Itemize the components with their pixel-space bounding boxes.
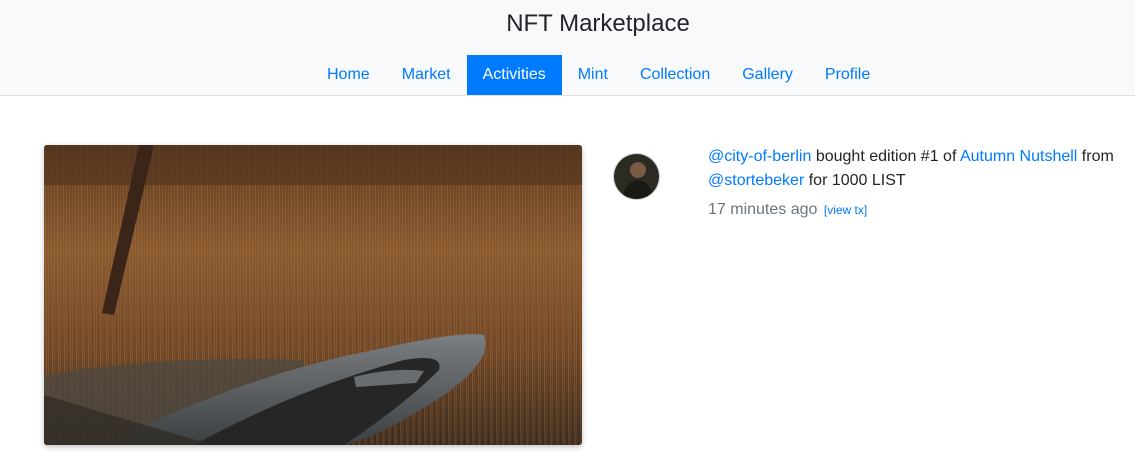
view-tx-link[interactable]: [view tx]	[824, 203, 867, 217]
seller-link[interactable]: @stortebeker	[708, 172, 804, 189]
activity-meta: 17 minutes ago [view tx]	[708, 201, 867, 219]
nav-mint[interactable]: Mint	[562, 55, 624, 95]
nav-profile[interactable]: Profile	[809, 55, 886, 95]
price-text: for 1000 LIST	[808, 172, 906, 189]
main-nav: Home Market Activities Mint Collection G…	[311, 55, 886, 95]
buyer-link[interactable]: @city-of-berlin	[708, 148, 811, 165]
nav-home[interactable]: Home	[311, 55, 386, 95]
nav-market[interactable]: Market	[386, 55, 467, 95]
site-header: NFT Marketplace Home Market Activities M…	[0, 0, 1135, 96]
nft-artwork-image[interactable]	[44, 145, 582, 445]
activity-timestamp: 17 minutes ago	[708, 201, 818, 218]
site-title: NFT Marketplace	[506, 10, 690, 37]
nav-activities[interactable]: Activities	[466, 55, 562, 95]
artwork-link[interactable]: Autumn Nutshell	[960, 148, 1077, 165]
activity-description: @city-of-berlin bought edition #1 of Aut…	[708, 145, 1128, 193]
nav-collection[interactable]: Collection	[624, 55, 726, 95]
from-text: from	[1081, 148, 1114, 165]
nav-gallery[interactable]: Gallery	[726, 55, 809, 95]
buyer-avatar[interactable]	[613, 153, 660, 200]
activity-action: bought edition #1 of	[815, 148, 957, 165]
